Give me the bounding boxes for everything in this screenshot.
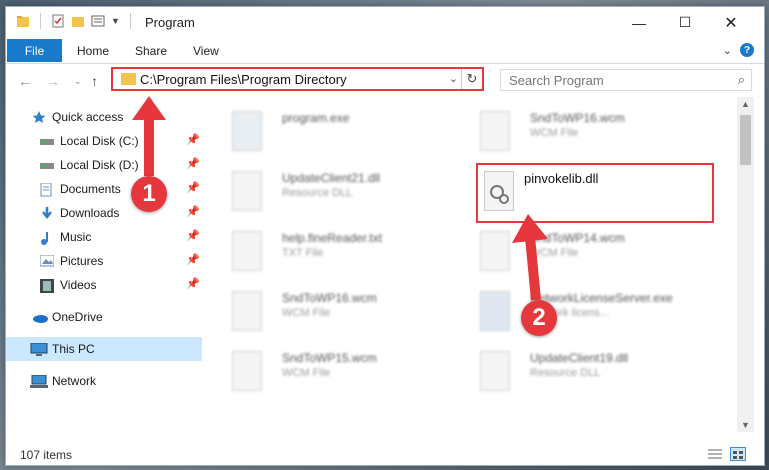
- arrow-2-head: [512, 214, 548, 243]
- arrow-1-head: [132, 96, 166, 120]
- arrow-2-shaft: [525, 236, 541, 301]
- annotation-arrows: [132, 96, 548, 301]
- step-badge-2: 2: [521, 300, 557, 336]
- step-badge-1: 1: [131, 176, 167, 212]
